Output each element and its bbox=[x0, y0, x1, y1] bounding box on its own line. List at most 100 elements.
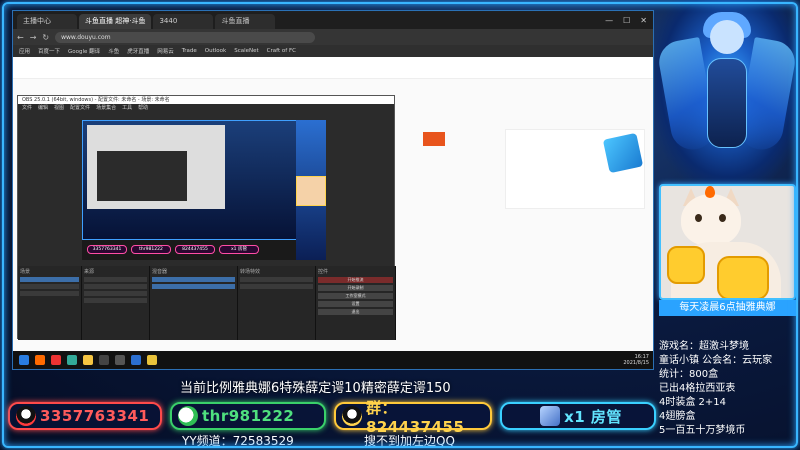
site-header bbox=[13, 57, 653, 79]
wechat-badge: thr981222 bbox=[170, 402, 326, 430]
qq-group-icon bbox=[342, 406, 362, 426]
taskbar-clock[interactable]: 16:17 2021/8/15 bbox=[623, 354, 653, 366]
desktop-capture: 主播中心 斗鱼直播 超神·斗鱼 3440 斗鱼直播 — ☐ ✕ ← → ↻ ww… bbox=[12, 10, 654, 370]
manager-avatar-icon bbox=[540, 406, 561, 426]
manager-badge: x1 房管 bbox=[500, 402, 656, 430]
transition-duration[interactable] bbox=[240, 284, 313, 289]
transition-select[interactable] bbox=[240, 277, 313, 282]
menu-item[interactable]: 配置文件 bbox=[70, 104, 90, 112]
bookmark[interactable]: ScaleNet bbox=[234, 48, 258, 54]
character-head bbox=[710, 20, 744, 54]
app-icon[interactable] bbox=[51, 355, 61, 365]
address-bar[interactable]: www.douyu.com bbox=[55, 31, 316, 43]
bookmark[interactable]: Trade bbox=[182, 48, 197, 54]
bookmark[interactable]: Outlook bbox=[205, 48, 226, 54]
browser-toolbar: ← → ↻ www.douyu.com bbox=[13, 29, 653, 45]
settings-button[interactable]: 设置 bbox=[318, 301, 393, 307]
minimize-icon[interactable]: — bbox=[605, 13, 613, 29]
yy-channel: YY频道：72583529 bbox=[182, 434, 294, 448]
bookmark[interactable]: 应用 bbox=[19, 47, 30, 55]
menu-item[interactable]: 文件 bbox=[22, 104, 32, 112]
exit-button[interactable]: 退出 bbox=[318, 309, 393, 315]
promo-card[interactable] bbox=[505, 129, 645, 209]
cat-face bbox=[681, 194, 741, 246]
bookmark[interactable]: Craft of FC bbox=[267, 48, 296, 54]
bookmark[interactable]: 斗鱼 bbox=[108, 47, 119, 55]
info-line: 4时装盒 2+14 bbox=[659, 397, 727, 408]
bookmark[interactable]: Google 翻译 bbox=[68, 47, 100, 55]
mini-contact-badges: 3357763341 thr981222 824437455 x1 房管 bbox=[87, 245, 259, 254]
search-hint: 搜不到加左边QQ bbox=[364, 434, 455, 448]
mini-badge: x1 房管 bbox=[219, 245, 259, 254]
menu-item[interactable]: 视图 bbox=[54, 104, 64, 112]
app-icon[interactable] bbox=[131, 355, 141, 365]
obs-title: OBS 25.0.1 (64bit, windows) - 配置文件: 未命名 … bbox=[18, 96, 394, 104]
forward-icon[interactable]: → bbox=[30, 33, 37, 42]
maximize-icon[interactable]: ☐ bbox=[623, 13, 630, 29]
fist-icon bbox=[717, 256, 769, 298]
close-icon[interactable]: ✕ bbox=[640, 13, 647, 29]
cat-eye bbox=[695, 214, 702, 222]
wechat-id: thr981222 bbox=[202, 407, 295, 425]
browser-tab[interactable]: 主播中心 bbox=[17, 14, 77, 29]
app-icon[interactable] bbox=[115, 355, 125, 365]
bookmarks-bar: 应用 百度一下 Google 翻译 斗鱼 虎牙直播 网易云 Trade Outl… bbox=[13, 45, 653, 57]
obs-window: OBS 25.0.1 (64bit, windows) - 配置文件: 未命名 … bbox=[17, 95, 396, 340]
sources-dock: 来源 bbox=[82, 266, 150, 340]
clock-date: 2021/8/15 bbox=[623, 360, 649, 366]
book-icon bbox=[602, 132, 644, 174]
app-icon[interactable] bbox=[99, 355, 109, 365]
windows-start-icon[interactable] bbox=[19, 355, 29, 365]
menu-item[interactable]: 帮助 bbox=[138, 104, 148, 112]
app-icon[interactable] bbox=[67, 355, 77, 365]
transitions-dock: 转场特效 bbox=[238, 266, 316, 340]
nested-stream-preview: 3357763341 thr981222 824437455 x1 房管 bbox=[82, 120, 300, 254]
browser-tab-strip: 主播中心 斗鱼直播 超神·斗鱼 3440 斗鱼直播 — ☐ ✕ bbox=[13, 11, 653, 29]
app-icon[interactable] bbox=[147, 355, 157, 365]
browser-tab[interactable]: 斗鱼直播 bbox=[215, 14, 276, 29]
bookmark[interactable]: 百度一下 bbox=[38, 47, 60, 55]
source-item[interactable] bbox=[84, 284, 147, 289]
browser-tab[interactable]: 3440 bbox=[153, 14, 214, 29]
volume-slider[interactable] bbox=[152, 284, 235, 289]
menu-item[interactable]: 编辑 bbox=[38, 104, 48, 112]
webcam-cat bbox=[659, 184, 796, 300]
obs-docks: 场景 来源 混音器 转场特效 控件 开始推流 开始录制 工作室模式 设置 退出 bbox=[18, 266, 396, 340]
source-item[interactable] bbox=[84, 291, 147, 296]
bookmark[interactable]: 网易云 bbox=[157, 47, 174, 55]
group-badge: 群：824437455 bbox=[334, 399, 492, 436]
flame-icon bbox=[705, 186, 715, 198]
mini-badge: 3357763341 bbox=[87, 245, 127, 254]
dock-title: 转场特效 bbox=[240, 269, 261, 275]
app-icon[interactable] bbox=[35, 355, 45, 365]
orange-banner bbox=[423, 132, 445, 146]
browser-tab[interactable]: 斗鱼直播 超神·斗鱼 bbox=[79, 14, 152, 29]
volume-slider[interactable] bbox=[152, 277, 235, 282]
scene-item[interactable] bbox=[20, 291, 79, 296]
source-item[interactable] bbox=[84, 277, 147, 282]
reload-icon[interactable]: ↻ bbox=[42, 33, 49, 42]
taskbar: 16:17 2021/8/15 bbox=[13, 351, 653, 369]
dock-title: 来源 bbox=[84, 269, 95, 275]
start-recording-button[interactable]: 开始录制 bbox=[318, 285, 393, 291]
menu-item[interactable]: 场景集合 bbox=[96, 104, 116, 112]
game-info-panel: 游戏名：超激斗梦境 童话小镇 公会名：云玩家 统计：800盒 已出4格拉西亚表 … bbox=[659, 340, 799, 438]
info-line: 统计：800盒 bbox=[659, 369, 719, 380]
scene-item[interactable] bbox=[20, 284, 79, 289]
fist-icon bbox=[667, 246, 705, 284]
dock-title: 混音器 bbox=[152, 269, 168, 275]
nested-obs bbox=[97, 151, 187, 201]
folder-icon[interactable] bbox=[83, 355, 93, 365]
marquee-text: 当前比例雅典娜6特殊薛定谔10精密薛定谔150 bbox=[180, 381, 451, 396]
start-streaming-button[interactable]: 开始推流 bbox=[318, 277, 393, 283]
mixer-dock: 混音器 bbox=[150, 266, 238, 340]
info-line: 5一百五十万梦境币 bbox=[659, 425, 746, 436]
source-item[interactable] bbox=[84, 298, 147, 303]
studio-mode-button[interactable]: 工作室模式 bbox=[318, 293, 393, 299]
dock-title: 控件 bbox=[318, 269, 329, 275]
bookmark[interactable]: 虎牙直播 bbox=[127, 47, 149, 55]
menu-item[interactable]: 工具 bbox=[122, 104, 132, 112]
window-controls: — ☐ ✕ bbox=[599, 13, 653, 29]
back-icon[interactable]: ← bbox=[17, 33, 24, 42]
scene-item[interactable] bbox=[20, 277, 79, 282]
